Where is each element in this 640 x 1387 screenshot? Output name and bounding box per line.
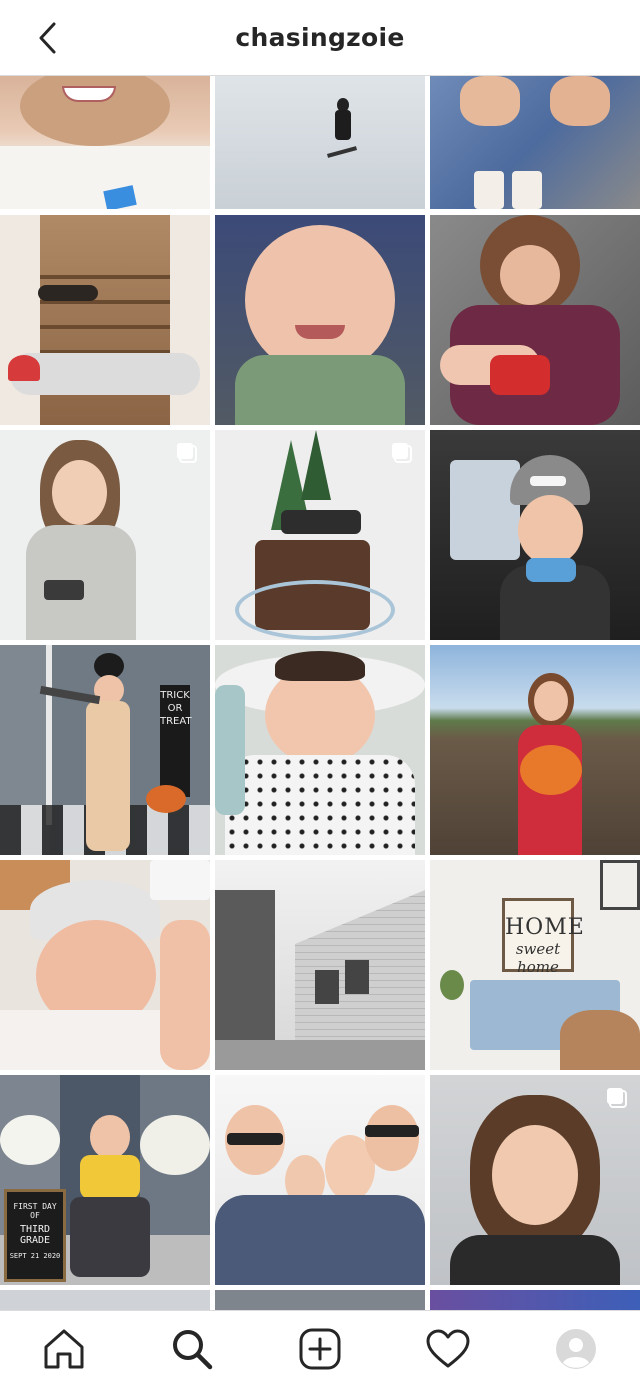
post-tile[interactable] <box>215 860 425 1070</box>
letter-board-line: GRADE <box>19 1235 51 1246</box>
back-button[interactable] <box>28 18 68 58</box>
post-tile[interactable] <box>430 76 640 209</box>
home-sweet-home-sign: HOME sweet home <box>502 898 585 976</box>
search-icon <box>173 1330 213 1370</box>
home-icon <box>44 1329 84 1369</box>
bottom-nav <box>0 1310 640 1387</box>
profile-username: chasingzoie <box>235 23 405 52</box>
post-tile[interactable]: HOME sweet home <box>430 860 640 1070</box>
post-tile[interactable] <box>215 1075 425 1285</box>
avatar-icon <box>556 1329 596 1369</box>
post-tile[interactable] <box>430 1075 640 1285</box>
post-tile[interactable] <box>0 860 210 1070</box>
trick-or-treat-sign: TRICK OR TREAT <box>160 685 192 797</box>
chevron-left-icon <box>39 22 56 54</box>
trick-sign-line: TREAT <box>160 716 192 727</box>
post-tile[interactable] <box>0 1290 210 1310</box>
nav-activity[interactable] <box>416 1317 480 1381</box>
home-sign-title: HOME <box>505 915 585 940</box>
post-tile[interactable] <box>215 76 425 209</box>
post-tile[interactable] <box>215 1290 425 1310</box>
posts-grid: TRICK OR TREAT HOME sweet home FIRST DAY… <box>0 76 640 1310</box>
nav-create[interactable] <box>288 1317 352 1381</box>
nav-search[interactable] <box>160 1317 224 1381</box>
home-sign-subtitle: sweet home <box>515 940 561 976</box>
first-day-letter-board: FIRST DAY OF THIRD GRADE SEPT 21 2020 <box>4 1189 66 1282</box>
post-tile[interactable]: FIRST DAY OF THIRD GRADE SEPT 21 2020 <box>0 1075 210 1285</box>
post-tile[interactable] <box>430 1290 640 1310</box>
post-tile[interactable] <box>430 215 640 425</box>
letter-board-line: THIRD <box>19 1224 51 1235</box>
letter-board-line: SEPT 21 2020 <box>9 1252 61 1260</box>
trick-sign-line: TRICK <box>160 690 190 701</box>
plus-square-icon <box>299 1328 341 1370</box>
post-tile[interactable] <box>0 430 210 640</box>
trick-sign-line: OR <box>167 703 183 714</box>
post-tile[interactable] <box>0 76 210 209</box>
multi-post-icon <box>392 443 412 463</box>
nav-profile[interactable] <box>544 1317 608 1381</box>
heart-icon <box>426 1329 470 1368</box>
header: chasingzoie <box>0 0 640 76</box>
nav-home[interactable] <box>32 1317 96 1381</box>
multi-post-icon <box>607 1088 627 1108</box>
post-tile[interactable] <box>215 215 425 425</box>
post-tile[interactable] <box>430 645 640 855</box>
multi-post-icon <box>177 443 197 463</box>
post-tile[interactable]: TRICK OR TREAT <box>0 645 210 855</box>
post-tile[interactable] <box>215 645 425 855</box>
post-tile[interactable] <box>430 430 640 640</box>
letter-board-line: FIRST DAY OF <box>13 1202 57 1220</box>
post-tile[interactable] <box>215 430 425 640</box>
post-tile[interactable] <box>0 215 210 425</box>
